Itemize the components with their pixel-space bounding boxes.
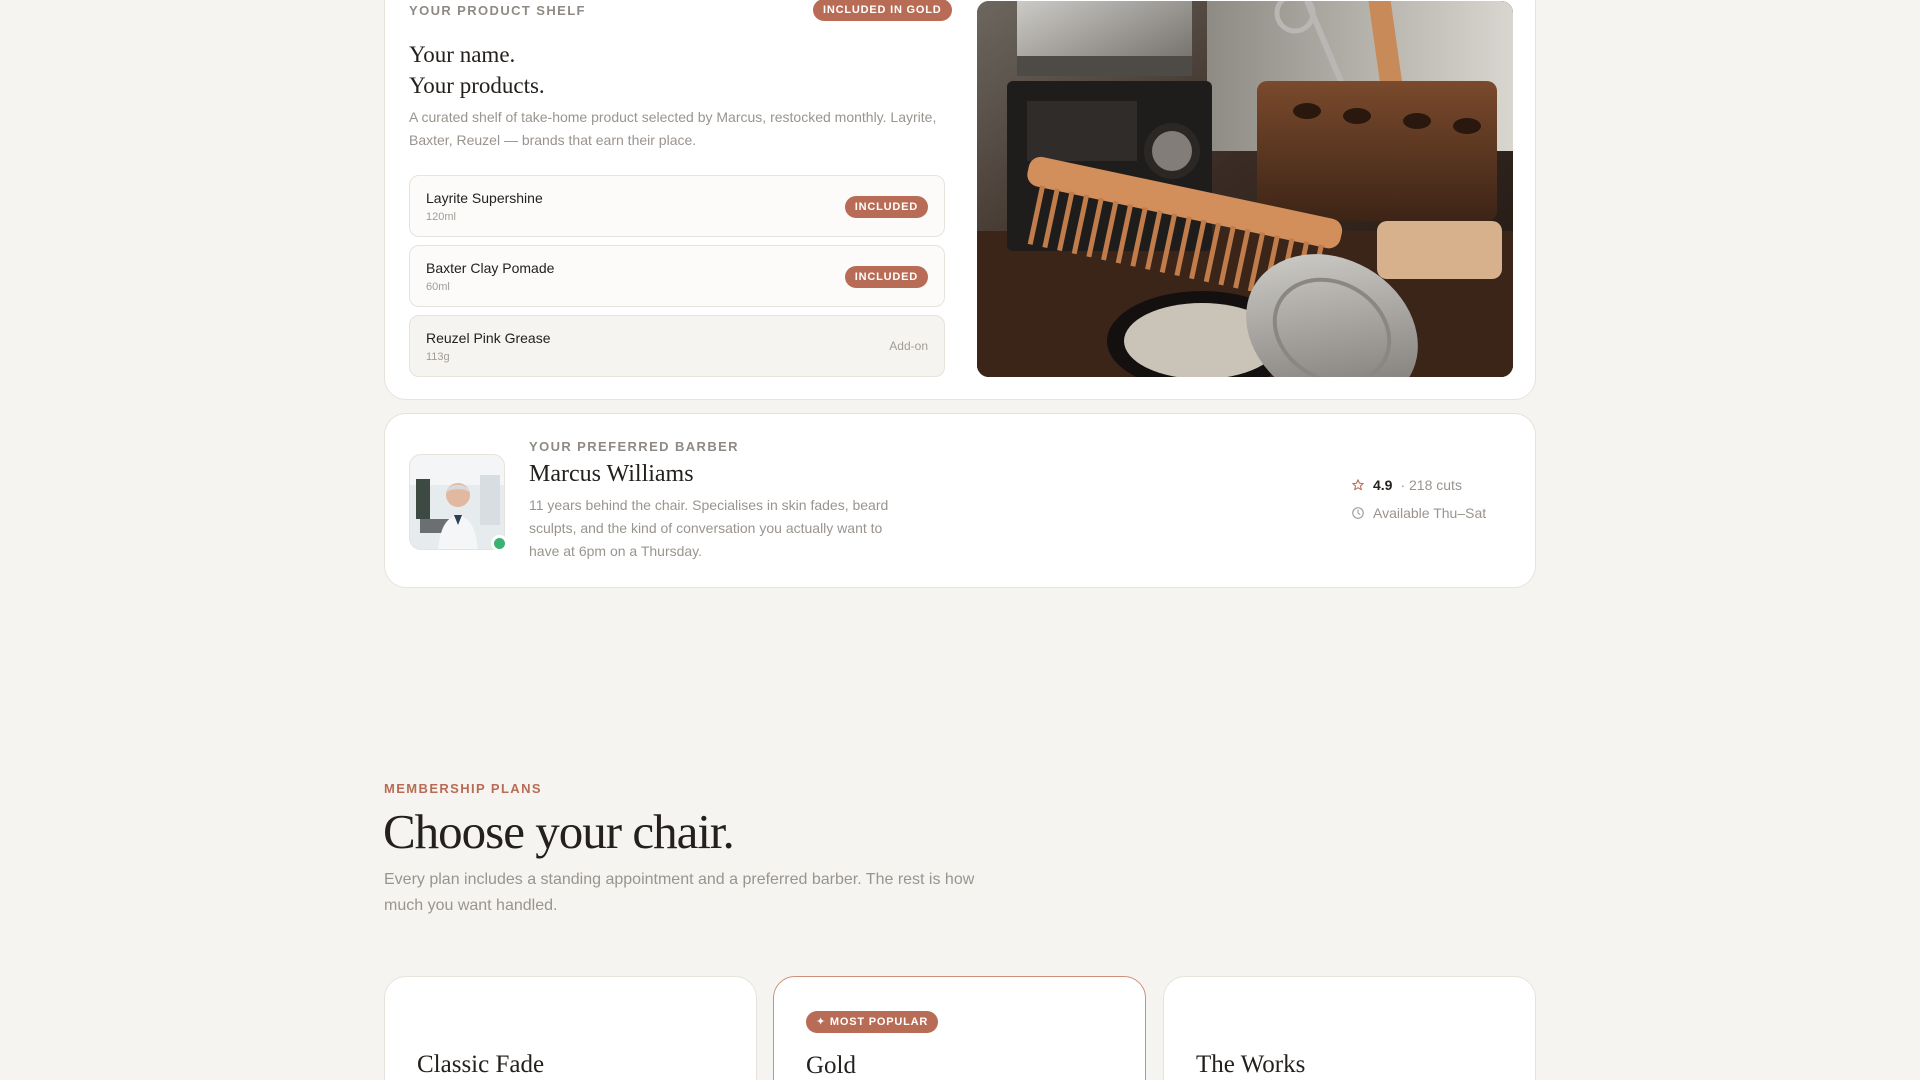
product-name: Reuzel Pink Grease xyxy=(426,330,551,346)
plan-name: The Works xyxy=(1196,1051,1306,1078)
plan-name: Gold xyxy=(806,1052,856,1079)
product-row-reuzel[interactable]: Reuzel Pink Grease 113g Add-on xyxy=(409,315,945,377)
preferred-barber-card[interactable]: YOUR PREFERRED BARBER Marcus Williams 11… xyxy=(384,413,1536,588)
shelf-title-line2: Your products. xyxy=(409,73,545,98)
most-popular-badge: ✦ MOST POPULAR xyxy=(806,1011,939,1033)
addon-label[interactable]: Add-on xyxy=(889,339,928,353)
product-size: 60ml xyxy=(426,281,450,293)
barber-rating: 4.9 · 218 cuts xyxy=(1351,477,1462,493)
barber-eyebrow: YOUR PREFERRED BARBER xyxy=(529,439,739,454)
product-row-baxter[interactable]: Baxter Clay Pomade 60ml INCLUDED xyxy=(409,245,945,307)
barber-availability: Available Thu–Sat xyxy=(1351,505,1486,521)
barber-name: Marcus Williams xyxy=(529,461,694,487)
product-shelf-card: YOUR PRODUCT SHELF INCLUDED IN GOLD Your… xyxy=(384,0,1536,400)
cuts-count: · 218 cuts xyxy=(1400,477,1462,493)
product-size: 113g xyxy=(426,351,450,363)
rating-value: 4.9 xyxy=(1373,477,1393,493)
plan-name: Classic Fade xyxy=(417,1051,545,1078)
barber-portrait xyxy=(410,455,504,549)
online-status-indicator xyxy=(491,535,508,552)
plan-card-the-works[interactable]: The Works xyxy=(1163,976,1536,1080)
barber-avatar xyxy=(409,454,505,550)
membership-description: Every plan includes a standing appointme… xyxy=(384,871,975,914)
included-badge: INCLUDED xyxy=(844,266,928,288)
availability-text: Available Thu–Sat xyxy=(1373,505,1487,521)
product-name: Layrite Supershine xyxy=(426,190,543,206)
shelf-title-line1: Your name. xyxy=(409,42,516,67)
membership-eyebrow: MEMBERSHIP PLANS xyxy=(384,781,542,796)
grooming-products-illustration xyxy=(977,1,1513,377)
included-in-gold-badge: INCLUDED IN GOLD xyxy=(813,0,952,21)
shelf-description: A curated shelf of take-home product sel… xyxy=(409,109,937,148)
included-badge: INCLUDED xyxy=(844,196,928,218)
plan-card-classic-fade[interactable]: Classic Fade xyxy=(384,976,757,1080)
product-size: 120ml xyxy=(426,211,456,223)
shelf-eyebrow: YOUR PRODUCT SHELF xyxy=(409,3,586,18)
barber-bio: 11 years behind the chair. Specialises i… xyxy=(529,497,889,559)
shelf-title: Your name. Your products. xyxy=(409,39,545,101)
product-name: Baxter Clay Pomade xyxy=(426,260,555,276)
product-shelf-photo xyxy=(977,1,1513,377)
plan-card-gold[interactable]: ✦ MOST POPULAR Gold xyxy=(773,976,1146,1080)
product-row-layrite[interactable]: Layrite Supershine 120ml INCLUDED xyxy=(409,175,945,237)
star-icon xyxy=(1352,479,1364,491)
membership-title: Choose your chair. xyxy=(383,804,735,859)
clock-icon xyxy=(1352,507,1364,519)
